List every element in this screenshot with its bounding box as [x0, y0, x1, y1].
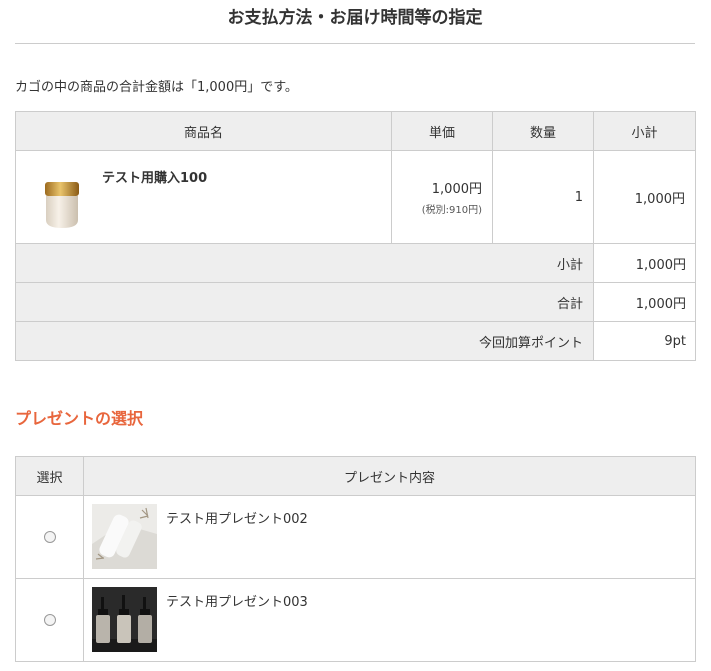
points-row: 今回加算ポイント 9pt [15, 321, 696, 361]
product-name[interactable]: テスト用購入100 [102, 167, 207, 186]
cream-jar-icon [45, 182, 79, 228]
cart-table: 商品名 単価 数量 小計 テスト用購入100 1,000円 (税別:910円) … [15, 111, 696, 361]
header-product: 商品名 [15, 111, 392, 151]
header-unit-price: 単価 [391, 111, 493, 151]
header-select: 選択 [15, 456, 84, 496]
total-label: 合計 [15, 282, 594, 322]
points-value: 9pt [593, 321, 696, 361]
present-section-title: プレゼントの選択 [15, 409, 144, 428]
unit-price-ex-tax: (税別:910円) [421, 205, 482, 216]
present-row: テスト用プレゼント002 [15, 495, 696, 579]
item-subtotal-cell: 1,000円 [593, 150, 696, 244]
header-quantity: 数量 [492, 111, 594, 151]
cart-header-row: 商品名 単価 数量 小計 [15, 111, 696, 151]
white-tubes-icon [92, 504, 157, 569]
header-present-content: プレゼント内容 [83, 456, 696, 496]
product-cell: テスト用購入100 [15, 150, 392, 244]
total-row: 合計 1,000円 [15, 282, 696, 322]
total-value: 1,000円 [593, 282, 696, 322]
subtotal-value: 1,000円 [593, 243, 696, 283]
header-subtotal: 小計 [593, 111, 696, 151]
present-radio-2[interactable] [43, 614, 56, 626]
subtotal-row: 小計 1,000円 [15, 243, 696, 283]
pump-bottles-icon [92, 587, 157, 652]
subtotal-label: 小計 [15, 243, 594, 283]
present-content-cell: テスト用プレゼント002 [83, 495, 696, 579]
present-content-cell: テスト用プレゼント003 [83, 578, 696, 662]
cart-total-summary: カゴの中の商品の合計金額は「1,000円」です。 [15, 80, 298, 95]
present-radio-1[interactable] [43, 531, 56, 543]
present-name-2: テスト用プレゼント003 [166, 595, 308, 610]
present-select-cell [15, 495, 84, 579]
present-table: 選択 プレゼント内容 テスト用プレゼント002 テスト用プレゼント003 [15, 456, 696, 662]
page-title: お支払方法・お届け時間等の指定 [15, 0, 695, 44]
unit-price: 1,000円 [431, 182, 482, 197]
present-name-1: テスト用プレゼント002 [166, 512, 308, 527]
present-select-cell [15, 578, 84, 662]
points-label: 今回加算ポイント [15, 321, 594, 361]
quantity-cell: 1 [492, 150, 594, 244]
unit-price-cell: 1,000円 (税別:910円) [391, 150, 493, 244]
present-row: テスト用プレゼント003 [15, 578, 696, 662]
present-header-row: 選択 プレゼント内容 [15, 456, 696, 496]
cart-item-row: テスト用購入100 1,000円 (税別:910円) 1 1,000円 [15, 150, 696, 244]
